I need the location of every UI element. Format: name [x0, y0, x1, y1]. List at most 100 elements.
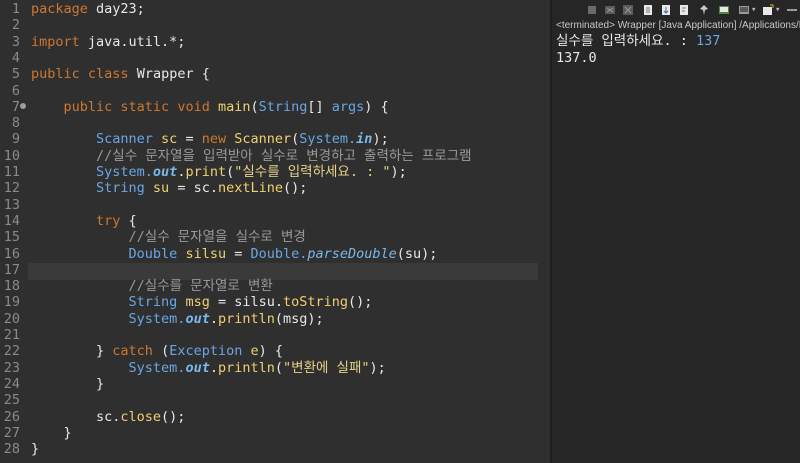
code-line[interactable]: System.out.println("변환에 실패");: [31, 360, 386, 376]
code-line[interactable]: try {: [31, 213, 137, 229]
line-number: 16: [3, 245, 20, 262]
line-number: 1: [11, 1, 20, 17]
minimize-icon[interactable]: [786, 4, 798, 16]
code-token: "실수를 입력하세요. : ": [234, 164, 391, 180]
code-token: void: [177, 98, 218, 115]
console-view[interactable]: ▾ ▾ <terminated> Wrapper [Java Applicati…: [552, 0, 800, 463]
code-token: sc.: [31, 408, 121, 425]
code-token: .: [209, 359, 218, 376]
line-number: 20: [3, 310, 20, 327]
code-token: System.: [31, 310, 186, 327]
code-token: );: [369, 359, 386, 376]
code-token: System.: [31, 164, 153, 180]
line-number: 7: [11, 98, 20, 115]
code-token: );: [372, 131, 389, 148]
code-line[interactable]: //실수 문자열을 입력받아 실수로 변경하고 출력하는 프로그램: [31, 148, 472, 164]
code-token: String: [31, 180, 153, 197]
code-token: new: [201, 131, 235, 148]
code-token: =: [177, 131, 202, 148]
code-token: (: [161, 343, 170, 360]
line-number: 3: [11, 33, 20, 50]
code-token: import: [31, 33, 88, 50]
code-line[interactable]: String msg = silsu.toString();: [31, 294, 373, 311]
scroll-lock-icon[interactable]: [660, 4, 672, 16]
code-token: parseDouble: [307, 245, 397, 262]
code-token: out: [152, 164, 178, 180]
line-number: 26: [3, 408, 20, 425]
code-line[interactable]: package day23;: [31, 1, 145, 17]
code-token: Double: [31, 245, 186, 262]
code-token: args: [331, 98, 365, 115]
code-line[interactable]: }: [31, 376, 104, 392]
code-token: su: [152, 180, 170, 197]
code-token: []: [307, 98, 332, 115]
pin-console-icon[interactable]: [698, 4, 710, 16]
display-console-icon[interactable]: [718, 4, 730, 16]
line-number: 9: [11, 131, 20, 148]
code-line[interactable]: Scanner sc = new Scanner(System.in);: [31, 131, 389, 147]
code-line[interactable]: sc.close();: [31, 409, 185, 425]
code-line[interactable]: import java.util.*;: [31, 34, 185, 50]
line-number: 13: [3, 196, 20, 213]
code-token: close: [120, 408, 162, 425]
code-token: sc: [161, 131, 178, 148]
code-token: try: [31, 212, 129, 229]
line-number: 8: [11, 115, 20, 132]
open-console-icon[interactable]: [738, 4, 750, 16]
code-line[interactable]: Double silsu = Double.parseDouble(su);: [31, 245, 438, 262]
code-token: }: [31, 441, 40, 458]
code-line[interactable]: //실수를 문자열로 변환: [31, 278, 273, 294]
line-number: 18: [3, 278, 20, 295]
code-line[interactable]: }: [31, 425, 72, 441]
line-number: 28: [3, 441, 20, 458]
code-token: {: [128, 212, 137, 229]
code-token: "변환에 실패": [283, 359, 370, 376]
code-line[interactable]: System.out.println(msg);: [31, 311, 324, 327]
code-token: (msg);: [274, 310, 324, 327]
new-console-icon[interactable]: [762, 4, 774, 16]
stop-icon[interactable]: [586, 4, 598, 16]
line-number: 23: [3, 359, 20, 376]
clear-console-icon[interactable]: [642, 4, 654, 16]
code-token: silsu: [185, 245, 227, 262]
console-prompt: 실수를 입력하세요. :: [556, 33, 696, 49]
console-prompt-line: 실수를 입력하세요. : 137: [556, 33, 720, 49]
line-number-gutter: 1 2 3 4 5 6 7 8 9 10 11 12 13 14 15 16 17 18 19 20 21 22 23 24 2…: [0, 0, 26, 463]
code-line[interactable]: String su = sc.nextLine();: [31, 180, 307, 196]
code-line[interactable]: public static void main(String[] args) {: [31, 99, 389, 115]
code-token: Scanner: [234, 131, 292, 148]
code-token: System.: [31, 359, 186, 376]
code-token: //실수 문자열을 실수로 변경: [31, 229, 306, 246]
remove-launch-icon[interactable]: [604, 4, 616, 16]
remove-all-icon[interactable]: [622, 4, 634, 16]
code-line[interactable]: System.out.print("실수를 입력하세요. : ");: [31, 164, 407, 180]
code-token: println: [217, 359, 275, 376]
code-token: java.util.*;: [87, 33, 186, 50]
line-number: 5: [11, 66, 20, 83]
code-token: //실수 문자열을 입력받아 실수로 변경하고 출력하는 프로그램: [31, 147, 472, 164]
code-token: = silsu.: [209, 294, 283, 311]
line-number: 14: [3, 212, 20, 229]
line-number: 12: [3, 180, 20, 197]
code-token: ();: [283, 180, 308, 197]
code-token: (: [226, 164, 235, 180]
line-number: 25: [3, 392, 20, 409]
word-wrap-icon[interactable]: [678, 4, 690, 16]
code-token: public: [31, 98, 121, 115]
code-line[interactable]: }: [31, 441, 39, 457]
code-token: print: [185, 164, 227, 180]
code-line[interactable]: } catch (Exception e) {: [31, 343, 283, 359]
code-token: msg: [185, 294, 210, 311]
code-line[interactable]: //실수 문자열을 실수로 변경: [31, 229, 306, 245]
code-token: public: [31, 66, 88, 83]
code-token: Scanner: [31, 131, 162, 148]
code-editor[interactable]: 1 2 3 4 5 6 7 8 9 10 11 12 13 14 15 16 17 18 19 20 21 22 23 24 2…: [0, 0, 550, 463]
line-number: 19: [3, 294, 20, 311]
code-token: .: [209, 310, 218, 327]
override-marker-icon[interactable]: [20, 103, 26, 109]
code-token: String: [31, 294, 186, 311]
code-line[interactable]: public class Wrapper {: [31, 66, 210, 82]
line-number: 2: [11, 17, 20, 34]
code-token: String: [258, 98, 308, 115]
console-user-input[interactable]: 137: [696, 33, 720, 49]
